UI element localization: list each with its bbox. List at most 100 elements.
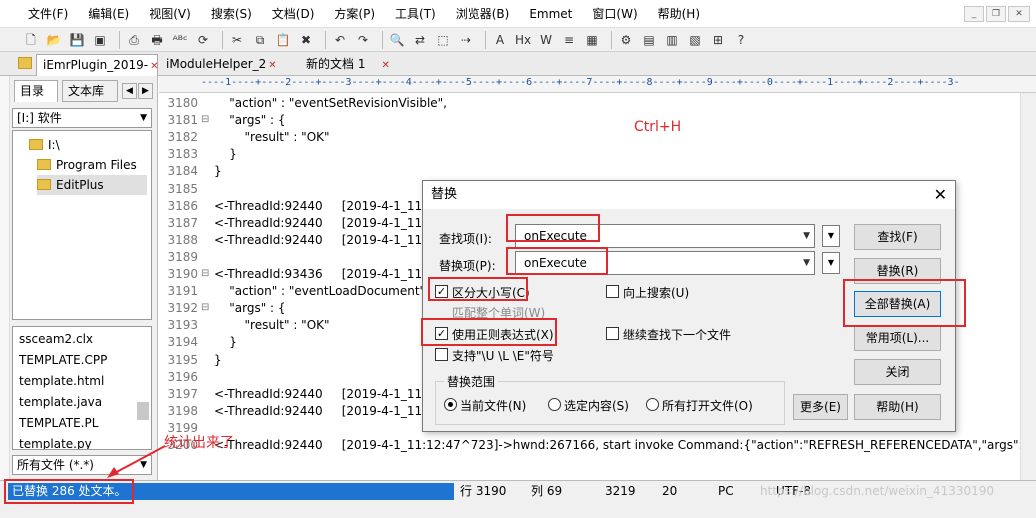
tree-node[interactable]: I:\	[29, 135, 60, 155]
fold-toggle-icon[interactable]: ⊟	[201, 114, 209, 125]
spellcheck-icon[interactable]: ᴬᴮᶜ	[171, 31, 189, 49]
file-list-item[interactable]: TEMPLATE.CPP	[19, 350, 107, 370]
find-in-files-icon[interactable]: ⬚	[434, 31, 452, 49]
find-button[interactable]: 查找(F)	[854, 224, 941, 250]
minimize-button[interactable]: _	[964, 6, 984, 22]
fold-toggle-icon[interactable]: ⊟	[201, 302, 209, 313]
menu-item-0[interactable]: 文件(F)	[18, 0, 78, 28]
menu-item-10[interactable]: 帮助(H)	[648, 0, 710, 28]
help-button[interactable]: 帮助(H)	[854, 394, 941, 420]
paste-icon[interactable]: 📋	[274, 31, 292, 49]
sidebar-prev-button[interactable]: ◀	[122, 83, 137, 99]
tab-close-icon[interactable]: ✕	[381, 60, 389, 71]
replace-regex-menu-button[interactable]: ▼	[822, 252, 840, 274]
sidebar-next-button[interactable]: ▶	[138, 83, 153, 99]
settings-icon[interactable]: ⚙	[617, 31, 635, 49]
tab-close-icon[interactable]: ✕	[268, 60, 276, 71]
code-line[interactable]: "action" : "eventLoadDocument",	[214, 284, 429, 298]
continue-next-file-checkbox[interactable]	[606, 327, 619, 340]
code-line[interactable]: <-ThreadId:92440 [2019-4-1_11:1	[214, 387, 434, 401]
menu-item-3[interactable]: 搜索(S)	[201, 0, 262, 28]
menu-item-7[interactable]: 浏览器(B)	[446, 0, 520, 28]
hex-icon[interactable]: Hx	[514, 31, 532, 49]
cut-icon[interactable]: ✂	[228, 31, 246, 49]
new-file-icon[interactable]: 🗋	[22, 31, 40, 49]
code-line[interactable]: }	[214, 335, 237, 349]
more-button[interactable]: 更多(E)	[793, 394, 848, 420]
find-icon[interactable]: 🔍	[388, 31, 406, 49]
code-line[interactable]: "result" : "OK"	[214, 318, 330, 332]
save-icon[interactable]: 💾	[68, 31, 86, 49]
find-input[interactable]: onExecute ▼	[515, 224, 815, 248]
code-line[interactable]: <-ThreadId:92440 [2019-4-1_11:1	[214, 216, 434, 230]
close-button[interactable]: 关闭	[854, 359, 941, 385]
open-folder-icon[interactable]: 📂	[45, 31, 63, 49]
close-window-button[interactable]: ✕	[1008, 6, 1030, 22]
print-icon[interactable]: 🖶	[148, 31, 166, 49]
code-line[interactable]: }	[214, 164, 222, 178]
refresh-icon[interactable]: ⟳	[194, 31, 212, 49]
tree-node[interactable]: EditPlus	[37, 175, 147, 195]
code-line[interactable]: <-ThreadId:92440 [2019-4-1_11:1	[214, 199, 434, 213]
file-list-scrollbar[interactable]	[137, 402, 149, 420]
file-list-item[interactable]: ssceam2.clx	[19, 329, 93, 349]
replace-all-button[interactable]: 全部替换(A)	[854, 291, 941, 317]
font-icon[interactable]: A	[491, 31, 509, 49]
menu-item-1[interactable]: 编辑(E)	[78, 0, 139, 28]
view-icon[interactable]: ▤	[640, 31, 658, 49]
code-line[interactable]: <-ThreadId:92440 [2019-4-1_11:12:47^723]…	[214, 438, 1020, 452]
code-line[interactable]: "args" : {	[214, 113, 285, 127]
code-line[interactable]: }	[214, 353, 222, 367]
copy-icon[interactable]: ⧉	[251, 31, 269, 49]
browser-icon[interactable]: ▥	[663, 31, 681, 49]
tab-close-icon[interactable]: ✕	[150, 61, 158, 72]
tool-icon[interactable]: ⊞	[709, 31, 727, 49]
code-line[interactable]: "args" : {	[214, 301, 285, 315]
menu-item-4[interactable]: 文档(D)	[262, 0, 325, 28]
redo-icon[interactable]: ↷	[354, 31, 372, 49]
code-line[interactable]: <-ThreadId:92440 [2019-4-1_11:1	[214, 404, 434, 418]
regex-checkbox[interactable]: ✓	[435, 327, 448, 340]
tree-node[interactable]: Program Files	[37, 155, 137, 175]
file-list-item[interactable]: template.py	[19, 434, 92, 449]
code-line[interactable]: "action" : "eventSetRevisionVisible",	[214, 96, 447, 110]
code-line[interactable]: }	[214, 147, 237, 161]
close-icon[interactable]: ✕	[934, 184, 947, 206]
editor-vertical-scrollbar[interactable]	[1020, 93, 1036, 480]
code-line[interactable]: <-ThreadId:92440 [2019-4-1_11:1	[214, 233, 434, 247]
code-line[interactable]: "result" : "OK"	[214, 130, 330, 144]
column-marker-icon[interactable]: ▦	[583, 31, 601, 49]
replace-button[interactable]: 替换(R)	[854, 258, 941, 284]
delete-icon[interactable]: ✖	[297, 31, 315, 49]
tab-new-document[interactable]: 新的文档 1 ✕	[300, 54, 410, 76]
find-regex-menu-button[interactable]: ▼	[822, 225, 840, 247]
menu-item-9[interactable]: 窗口(W)	[582, 0, 647, 28]
save-all-icon[interactable]: ▣	[91, 31, 109, 49]
menu-item-2[interactable]: 视图(V)	[139, 0, 201, 28]
help-icon[interactable]: ?	[732, 31, 750, 49]
sidebar-tab-directory[interactable]: 目录	[14, 80, 58, 102]
tab-iemrplugin[interactable]: iEmrPlugin_2019- ✕	[36, 54, 159, 76]
common-items-button[interactable]: 常用项(L)...	[854, 325, 941, 351]
tab-imodulehelper[interactable]: iModuleHelper_2 ✕	[160, 54, 284, 76]
line-number-icon[interactable]: ≡	[560, 31, 578, 49]
undo-icon[interactable]: ↶	[331, 31, 349, 49]
replace-input[interactable]: onExecute ▼	[515, 251, 815, 275]
menu-item-6[interactable]: 工具(T)	[385, 0, 446, 28]
file-list-item[interactable]: TEMPLATE.PL	[19, 413, 98, 433]
scope-current-file-radio[interactable]	[444, 398, 457, 411]
scope-selection-radio[interactable]	[548, 398, 561, 411]
menu-item-8[interactable]: Emmet	[519, 0, 582, 28]
window-icon[interactable]: ▧	[686, 31, 704, 49]
code-line[interactable]: <-ThreadId:93436 [2019-4-1_11:1	[214, 267, 434, 281]
word-wrap-icon[interactable]: W	[537, 31, 555, 49]
escape-sequence-checkbox[interactable]	[435, 348, 448, 361]
find-replace-icon[interactable]: ⇄	[411, 31, 429, 49]
print-preview-icon[interactable]: ⎙	[125, 31, 143, 49]
file-list-item[interactable]: template.java	[19, 392, 102, 412]
search-up-checkbox[interactable]	[606, 285, 619, 298]
sidebar-tab-cliptext[interactable]: 文本库	[62, 80, 118, 102]
scope-all-open-files-radio[interactable]	[646, 398, 659, 411]
restore-button[interactable]: ❐	[986, 6, 1006, 22]
file-list-item[interactable]: template.html	[19, 371, 104, 391]
